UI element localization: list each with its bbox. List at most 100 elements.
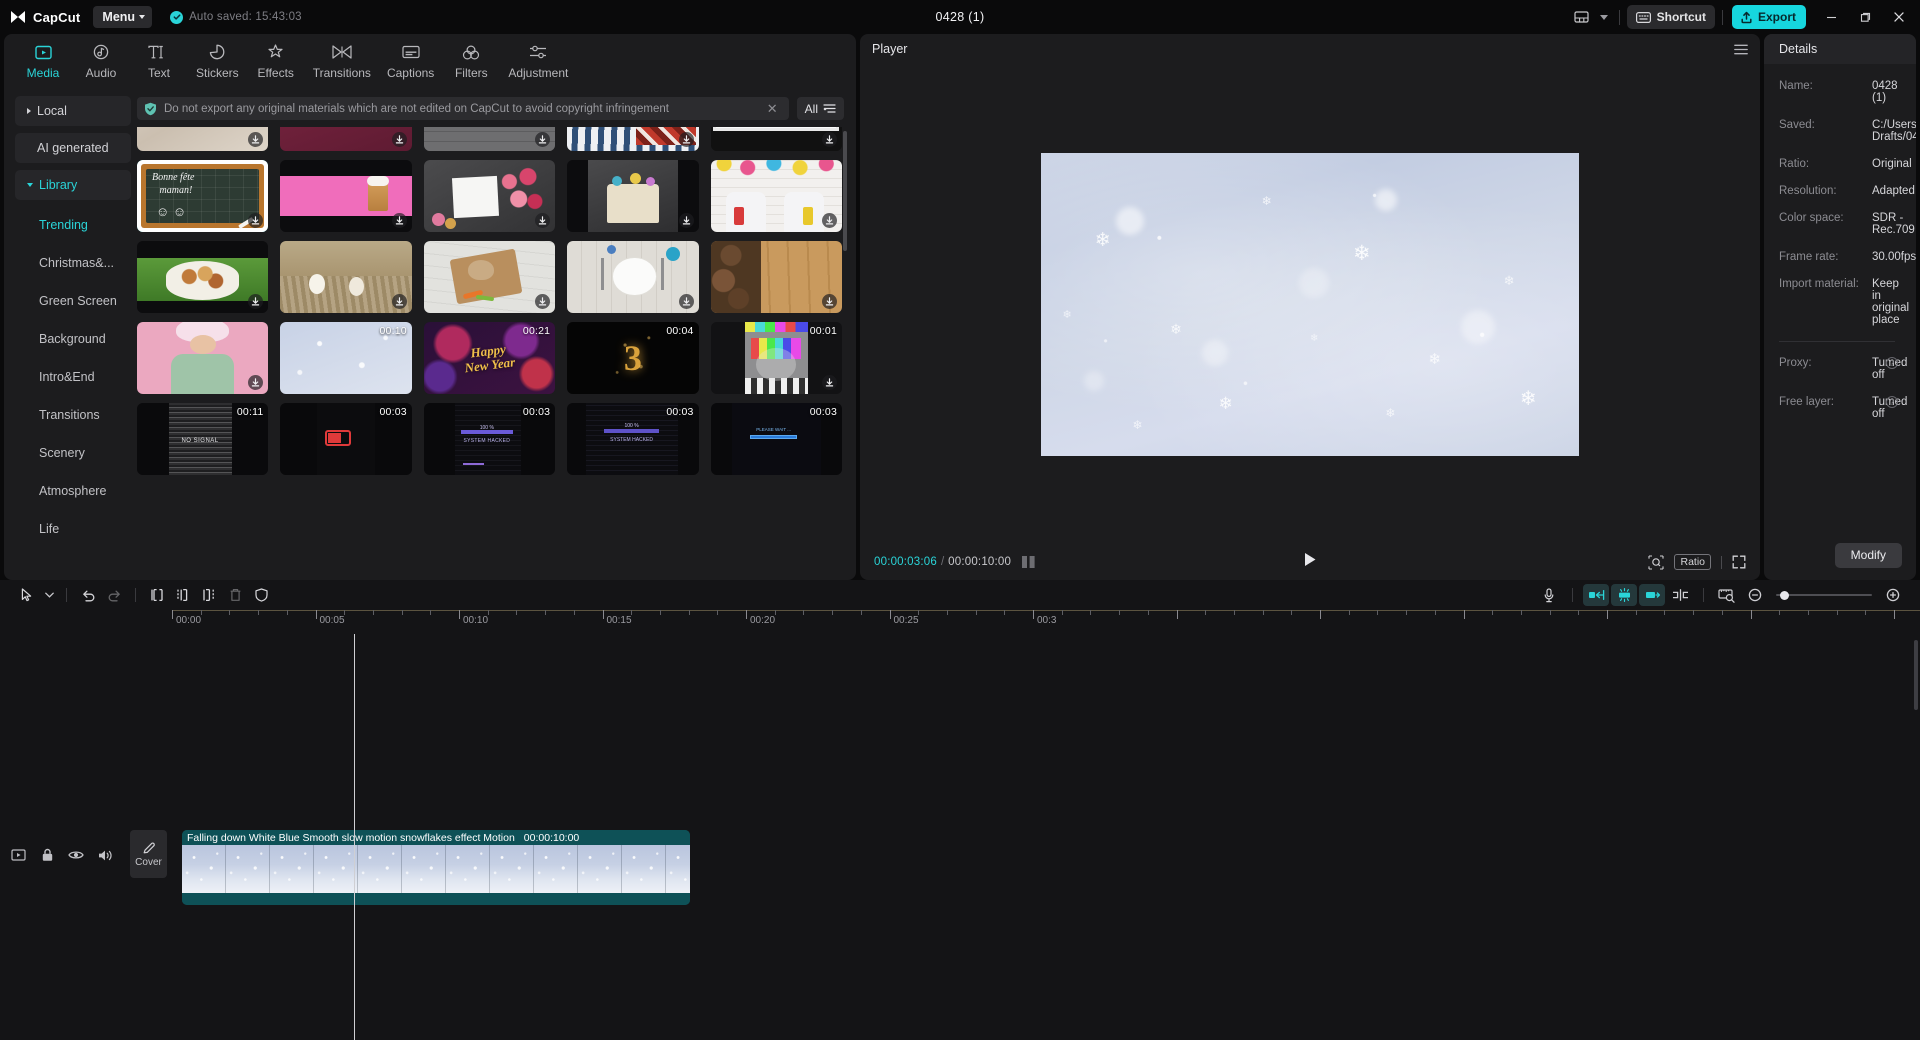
- zoom-out-button[interactable]: [1742, 584, 1768, 606]
- media-item[interactable]: [711, 241, 842, 313]
- sidebar-item-atmosphere[interactable]: Atmosphere: [15, 473, 131, 509]
- media-item[interactable]: [137, 127, 268, 151]
- tab-stickers[interactable]: Stickers: [188, 38, 247, 80]
- media-item[interactable]: [567, 127, 698, 151]
- media-item[interactable]: 300:04: [567, 322, 698, 394]
- tab-captions[interactable]: Captions: [379, 38, 442, 80]
- chevron-down-icon[interactable]: [40, 584, 58, 606]
- shortcut-button[interactable]: Shortcut: [1627, 5, 1715, 29]
- download-icon[interactable]: [679, 213, 694, 228]
- layout-icon[interactable]: [1568, 4, 1596, 30]
- sidebar-item-green-screen[interactable]: Green Screen: [15, 283, 131, 319]
- download-icon[interactable]: [822, 375, 837, 390]
- close-icon[interactable]: ✕: [764, 102, 781, 115]
- media-item[interactable]: 100 %SYSTEM HACKED00:03: [424, 403, 555, 475]
- sidebar-item-intro-end[interactable]: Intro&End: [15, 359, 131, 395]
- close-icon[interactable]: [1882, 2, 1916, 32]
- media-scrollbar[interactable]: [843, 131, 847, 251]
- sidebar-item-life[interactable]: Life: [15, 511, 131, 547]
- snap-right-button[interactable]: [1639, 584, 1665, 606]
- sidebar-item-background[interactable]: Background: [15, 321, 131, 357]
- select-cursor-icon[interactable]: [14, 584, 40, 606]
- slider-knob[interactable]: [1780, 591, 1789, 600]
- sidebar-item-scenery[interactable]: Scenery: [15, 435, 131, 471]
- media-item[interactable]: ✿: [280, 127, 411, 151]
- filter-button[interactable]: All: [797, 97, 844, 120]
- modify-button[interactable]: Modify: [1835, 543, 1902, 568]
- media-item[interactable]: [567, 241, 698, 313]
- maximize-icon[interactable]: [1848, 2, 1882, 32]
- magnifier-icon[interactable]: [1648, 555, 1664, 570]
- eye-icon[interactable]: [68, 847, 84, 863]
- redo-button[interactable]: [101, 584, 127, 606]
- sidebar-item-library[interactable]: Library: [15, 170, 131, 200]
- media-item[interactable]: i a y!✓: [424, 127, 555, 151]
- split-button[interactable]: [144, 584, 170, 606]
- record-button[interactable]: [1536, 584, 1562, 606]
- download-icon[interactable]: [822, 132, 837, 147]
- fullscreen-icon[interactable]: [1732, 555, 1746, 569]
- freeze-button[interactable]: [248, 584, 274, 606]
- media-item[interactable]: [137, 241, 268, 313]
- sidebar-item-christmas[interactable]: Christmas&...: [15, 245, 131, 281]
- tab-transitions[interactable]: Transitions: [305, 38, 379, 80]
- fit-timeline-button[interactable]: [1714, 584, 1740, 606]
- hamburger-icon[interactable]: [1734, 44, 1748, 55]
- frames-icon[interactable]: [1021, 556, 1036, 568]
- download-icon[interactable]: [679, 294, 694, 309]
- media-item[interactable]: 100 %SYSTEM HACKED00:03: [567, 403, 698, 475]
- video-track-icon[interactable]: [10, 847, 26, 863]
- sidebar-item-local[interactable]: Local: [15, 96, 131, 126]
- sidebar-item-ai-generated[interactable]: AI generated: [15, 133, 131, 163]
- ratio-button[interactable]: Ratio: [1674, 554, 1711, 570]
- tab-effects[interactable]: Effects: [247, 38, 305, 80]
- snap-left-button[interactable]: [1583, 584, 1609, 606]
- tab-media[interactable]: Media: [14, 38, 72, 80]
- play-button[interactable]: [1304, 552, 1317, 572]
- lock-icon[interactable]: [39, 847, 55, 863]
- cover-button[interactable]: Cover: [130, 830, 167, 878]
- speaker-icon[interactable]: [97, 847, 113, 863]
- media-item[interactable]: [137, 322, 268, 394]
- preview-canvas[interactable]: ❄ ❄ ❄ ❄ ❄ ❄ ❄ ❄ ❄ ❄ ❄ ❄: [1041, 153, 1579, 456]
- menu-button[interactable]: Menu: [93, 6, 152, 28]
- trim-end-button[interactable]: [196, 584, 222, 606]
- media-item[interactable]: 00:10: [280, 322, 411, 394]
- auto-snap-button[interactable]: [1611, 584, 1637, 606]
- media-item[interactable]: [424, 160, 555, 232]
- playhead[interactable]: [354, 634, 355, 1040]
- media-item[interactable]: [711, 160, 842, 232]
- media-item[interactable]: HappyNew Year00:21: [424, 322, 555, 394]
- media-item[interactable]: PLEASE WAIT ...00:03: [711, 403, 842, 475]
- timeline-canvas[interactable]: Falling down White Blue Smooth slow moti…: [172, 634, 1920, 1040]
- download-icon[interactable]: [392, 132, 407, 147]
- zoom-in-button[interactable]: [1880, 584, 1906, 606]
- delete-button[interactable]: [222, 584, 248, 606]
- download-icon[interactable]: [392, 213, 407, 228]
- export-button[interactable]: Export: [1732, 5, 1806, 29]
- sidebar-item-trending[interactable]: Trending: [15, 207, 131, 243]
- split-track-button[interactable]: [1667, 584, 1693, 606]
- download-icon[interactable]: [822, 294, 837, 309]
- undo-button[interactable]: [75, 584, 101, 606]
- minimize-icon[interactable]: [1814, 2, 1848, 32]
- download-icon[interactable]: [822, 213, 837, 228]
- help-icon[interactable]: ?: [1886, 396, 1898, 408]
- media-grid-scroll[interactable]: ✿ i a y!✓ Bonne fête maman!☺ ☺: [131, 127, 848, 580]
- timeline-clip[interactable]: Falling down White Blue Smooth slow moti…: [182, 830, 690, 905]
- tab-text[interactable]: Text: [130, 38, 188, 80]
- layout-dropdown-icon[interactable]: [1596, 4, 1612, 30]
- download-icon[interactable]: [679, 132, 694, 147]
- tab-filters[interactable]: Filters: [442, 38, 500, 80]
- media-item[interactable]: NO SIGNAL00:11: [137, 403, 268, 475]
- download-icon[interactable]: [392, 294, 407, 309]
- media-item[interactable]: [711, 127, 842, 151]
- timeline-scrollbar[interactable]: [1914, 640, 1918, 710]
- trim-start-button[interactable]: [170, 584, 196, 606]
- media-item[interactable]: [280, 241, 411, 313]
- media-item[interactable]: [424, 241, 555, 313]
- timeline-ruler[interactable]: 00:0000:0500:1000:1500:2000:2500:3: [172, 610, 1920, 634]
- tab-adjustment[interactable]: Adjustment: [500, 38, 576, 80]
- tab-audio[interactable]: Audio: [72, 38, 130, 80]
- zoom-slider[interactable]: [1776, 588, 1872, 602]
